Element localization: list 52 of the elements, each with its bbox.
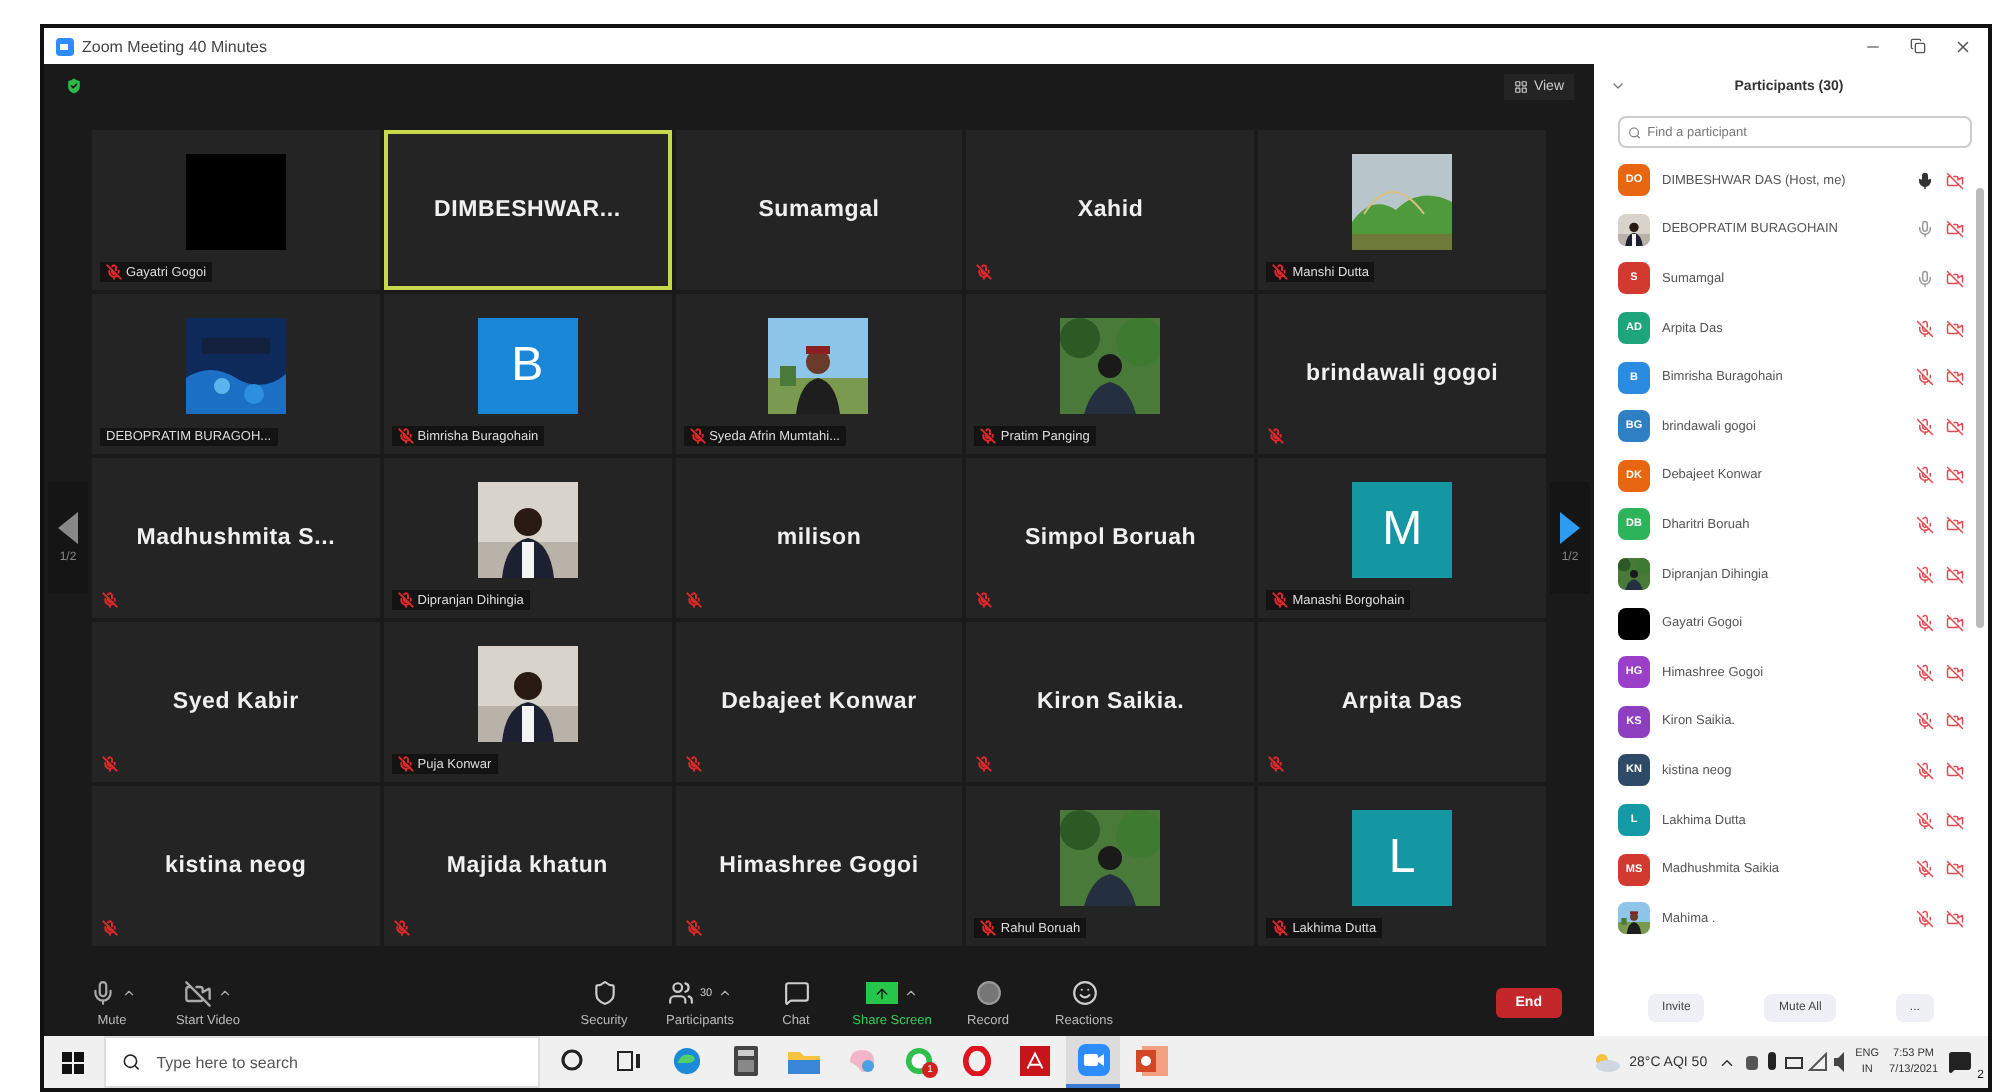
participant-name: Madhushmita S... <box>136 526 336 550</box>
microphone-icon <box>89 980 115 1006</box>
smiley-icon <box>1071 980 1097 1006</box>
chat-icon <box>783 980 809 1006</box>
right-arrow-icon <box>1560 512 1580 544</box>
windows-logo-icon <box>61 1051 83 1073</box>
browser-icon <box>672 1045 702 1075</box>
slides-icon <box>1135 1045 1167 1075</box>
ring-icon <box>962 1045 992 1075</box>
paint-icon <box>845 1045 877 1075</box>
blank-avatar <box>1618 607 1650 640</box>
participant-name: Xahid <box>1077 198 1144 222</box>
video-off-icon <box>184 979 212 1007</box>
participant-name: DIMBESHWAR... <box>434 198 621 222</box>
participant-name: Syed Kabir <box>172 690 299 714</box>
app-icon <box>56 37 74 55</box>
shield-icon <box>591 980 617 1006</box>
weather-icon <box>1591 1052 1620 1072</box>
letter-avatar: L <box>1352 810 1453 906</box>
record-icon <box>975 980 1001 1006</box>
share-screen-icon <box>866 982 898 1004</box>
task-view-icon <box>616 1049 642 1071</box>
participant-name: Majida khatun <box>446 854 608 878</box>
participant-name: Simpol Boruah <box>1024 526 1197 550</box>
blank-avatar <box>185 154 286 250</box>
participant-name: Debajeet Konwar <box>721 690 917 714</box>
search-icon <box>122 1052 141 1072</box>
participant-name: Kiron Saikia. <box>1037 690 1185 714</box>
calculator-icon <box>733 1045 757 1075</box>
participant-name: milison <box>776 526 862 550</box>
grid-icon <box>1513 79 1528 93</box>
restore-icon[interactable] <box>1910 38 1926 54</box>
participant-name: Arpita Das <box>1341 690 1463 714</box>
circle-icon <box>559 1048 583 1072</box>
collapse-icon[interactable] <box>1610 78 1626 94</box>
video-camera-icon <box>1077 1044 1109 1076</box>
close-icon[interactable] <box>1954 37 1972 55</box>
participant-name: Himashree Gogoi <box>719 854 919 878</box>
taskbar-search-field[interactable]: Type here to search <box>104 1036 540 1088</box>
participant-name: kistina neog <box>165 854 307 878</box>
window-title: Zoom Meeting 40 Minutes <box>82 37 267 55</box>
shield-check-icon <box>64 76 84 96</box>
people-icon <box>667 980 694 1006</box>
participant-name: brindawali gogoi <box>1306 362 1499 386</box>
pdf-icon <box>1020 1045 1050 1075</box>
folder-icon <box>787 1047 819 1073</box>
letter-avatar: M <box>1352 482 1453 578</box>
letter-avatar: B <box>477 318 578 414</box>
tray-icons-drawing <box>1745 1052 1846 1072</box>
search-icon <box>1628 125 1642 139</box>
participant-name: Sumamgal <box>758 198 880 222</box>
left-arrow-icon <box>58 512 78 544</box>
